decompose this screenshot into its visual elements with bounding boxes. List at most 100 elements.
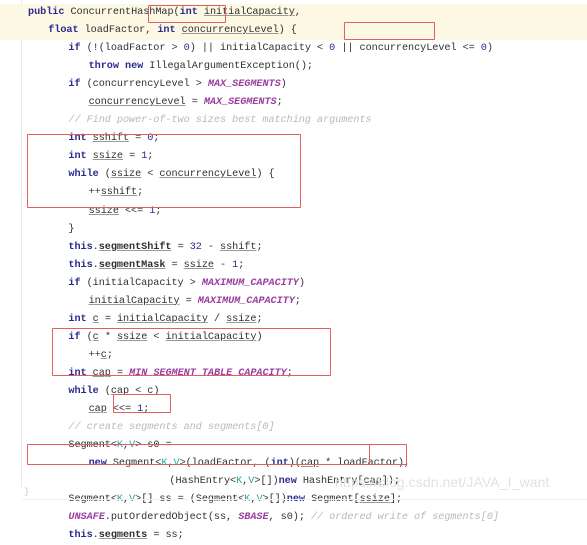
code-line[interactable]: initialCapacity = MAXIMUM_CAPACITY; [0,293,587,311]
code-token-pl: ) [153,385,160,397]
code-lines-container[interactable]: public ConcurrentHashMap(int initialCapa… [0,4,587,545]
code-line[interactable]: throw new IllegalArgumentException(); [0,58,587,76]
code-line[interactable]: if (initialCapacity > MAXIMUM_CAPACITY) [0,275,587,293]
code-token-fld: cap [88,404,107,416]
code-token-pl: , [294,7,301,18]
code-token-kw: new [88,458,107,470]
code-token-fld: ssize [116,331,148,343]
code-token-kw: if [68,331,81,343]
closing-brace: } [24,487,30,497]
code-token-kw: while [68,385,99,397]
code-token-fld: concurrencyLevel [88,97,186,109]
code-token-fld: initialCapacity [116,313,208,325]
code-line[interactable]: while (cap < c) [0,383,587,401]
code-line[interactable]: this.segments = ss; [0,527,587,545]
code-token-cst: SBASE [238,512,269,524]
code-token-pl: ( [80,331,93,343]
code-token-pl: ) [256,331,263,343]
code-token-fld: cap [92,367,111,379]
code-token-kw: float [48,25,79,37]
code-line[interactable]: while (ssize < concurrencyLevel) { [0,166,587,184]
code-token-kw: this [68,530,93,542]
code-line[interactable]: if (!(loadFactor > 0) || initialCapacity… [0,40,587,58]
code-token-pl: = [165,259,184,271]
code-token-kw: this [68,241,93,253]
code-token-pl: = ss; [147,530,184,542]
code-token-kw: int [68,367,87,379]
code-token-cst: UNSAFE [68,512,105,524]
code-token-fld: sshift [220,241,257,253]
code-token-pl: ConcurrentHashMap( [64,7,180,18]
code-token-pl: * loadFactor), [319,458,411,470]
code-line[interactable]: int ssize = 1; [0,148,587,166]
code-token-pl: (concurrencyLevel > [80,79,208,91]
code-token-kw: if [68,79,81,91]
code-token-fld: initialCapacity [165,331,257,343]
code-token-pl: ; [286,367,293,379]
code-line[interactable]: int cap = MIN_SEGMENT_TABLE_CAPACITY; [0,365,587,383]
code-token-kw: while [68,169,99,181]
code-line[interactable]: ++c; [0,347,587,365]
code-token-fld: concurrencyLevel [159,169,257,181]
code-token-cst: MAX_SEGMENTS [207,79,281,91]
code-token-kw: int [68,313,87,325]
code-token-pl: ; [294,295,301,307]
code-token-pl: .putOrderedObject(ss, [104,512,239,524]
code-line[interactable]: new Segment<K,V>(loadFactor, (int)(cap *… [0,455,587,473]
code-token-pl: <<= [106,404,138,416]
code-line[interactable]: public ConcurrentHashMap(int initialCapa… [0,4,587,23]
code-line[interactable]: this.segmentShift = 32 - sshift; [0,239,587,257]
code-token-pl: = [129,133,148,145]
code-token-kw: if [68,277,81,289]
code-line[interactable]: int sshift = 0; [0,130,587,148]
code-token-fld: ssize [88,205,119,217]
code-token-kw: throw [88,61,119,73]
code-token-pl: , s0); [268,512,311,524]
code-token-num: 32 [189,241,202,253]
code-line[interactable]: this.segmentMask = ssize - 1; [0,257,587,275]
code-token-typ: >[]) [254,476,279,488]
code-token-pl: <<= [118,205,150,217]
code-line[interactable]: ssize <<= 1; [0,203,587,221]
code-line[interactable]: UNSAFE.putOrderedObject(ss, SBASE, s0); … [0,509,587,527]
code-line[interactable]: Segment<K,V>[] ss = (Segment<K,V>[])new … [0,491,587,509]
code-line[interactable]: cap <<= 1; [0,401,587,419]
code-token-typ: >(loadFactor, ( [179,458,271,470]
code-line[interactable]: float loadFactor, int concurrencyLevel) … [0,22,587,41]
code-line[interactable]: ++sshift; [0,184,587,202]
code-token-pl: (!(loadFactor > [80,43,184,55]
code-token-fld: sshift [100,187,138,199]
code-token-pl: ) { [256,169,275,181]
code-line[interactable]: // Find power-of-two sizes best matching… [0,112,587,130]
code-line[interactable]: Segment<K,V> s0 = [0,437,587,455]
code-token-pl: loadFactor, [78,25,158,37]
code-token-fld: sshift [92,133,130,145]
code-token-pl: ++ [88,187,101,199]
code-token-fld: ssize [183,259,214,271]
code-token-pl: ; [155,205,162,217]
code-token-pl: = [123,151,142,163]
code-token-ub: segments [98,530,148,542]
code-line[interactable]: // create segments and segments[0] [0,419,587,437]
code-token-kw: int [68,151,87,163]
code-token-pl: IllegalArgumentException(); [143,61,313,73]
code-line[interactable]: int c = initialCapacity / ssize; [0,311,587,329]
code-token-pl: s0 [147,440,160,452]
code-editor-pane[interactable]: public ConcurrentHashMap(int initialCapa… [0,0,587,541]
code-token-pl: || concurrencyLevel <= [335,43,481,55]
code-line[interactable]: if (c * ssize < initialCapacity) [0,329,587,347]
code-line[interactable]: } [0,221,587,239]
code-token-typ: Segment< [106,458,162,470]
code-token-pl: - [201,241,221,253]
code-token-kw: int [68,133,87,145]
code-token-kw: int [179,7,198,18]
code-token-pl: ; [143,404,150,416]
code-token-pl: )( [288,458,301,470]
code-token-fld: cap [110,385,130,397]
code-token-pl: ++ [88,349,101,361]
code-line[interactable]: if (concurrencyLevel > MAX_SEGMENTS) [0,76,587,94]
code-token-pl: = [171,241,190,253]
bottom-divider [22,499,587,500]
code-token-fld: cap [300,458,320,470]
code-line[interactable]: concurrencyLevel = MAX_SEGMENTS; [0,94,587,112]
